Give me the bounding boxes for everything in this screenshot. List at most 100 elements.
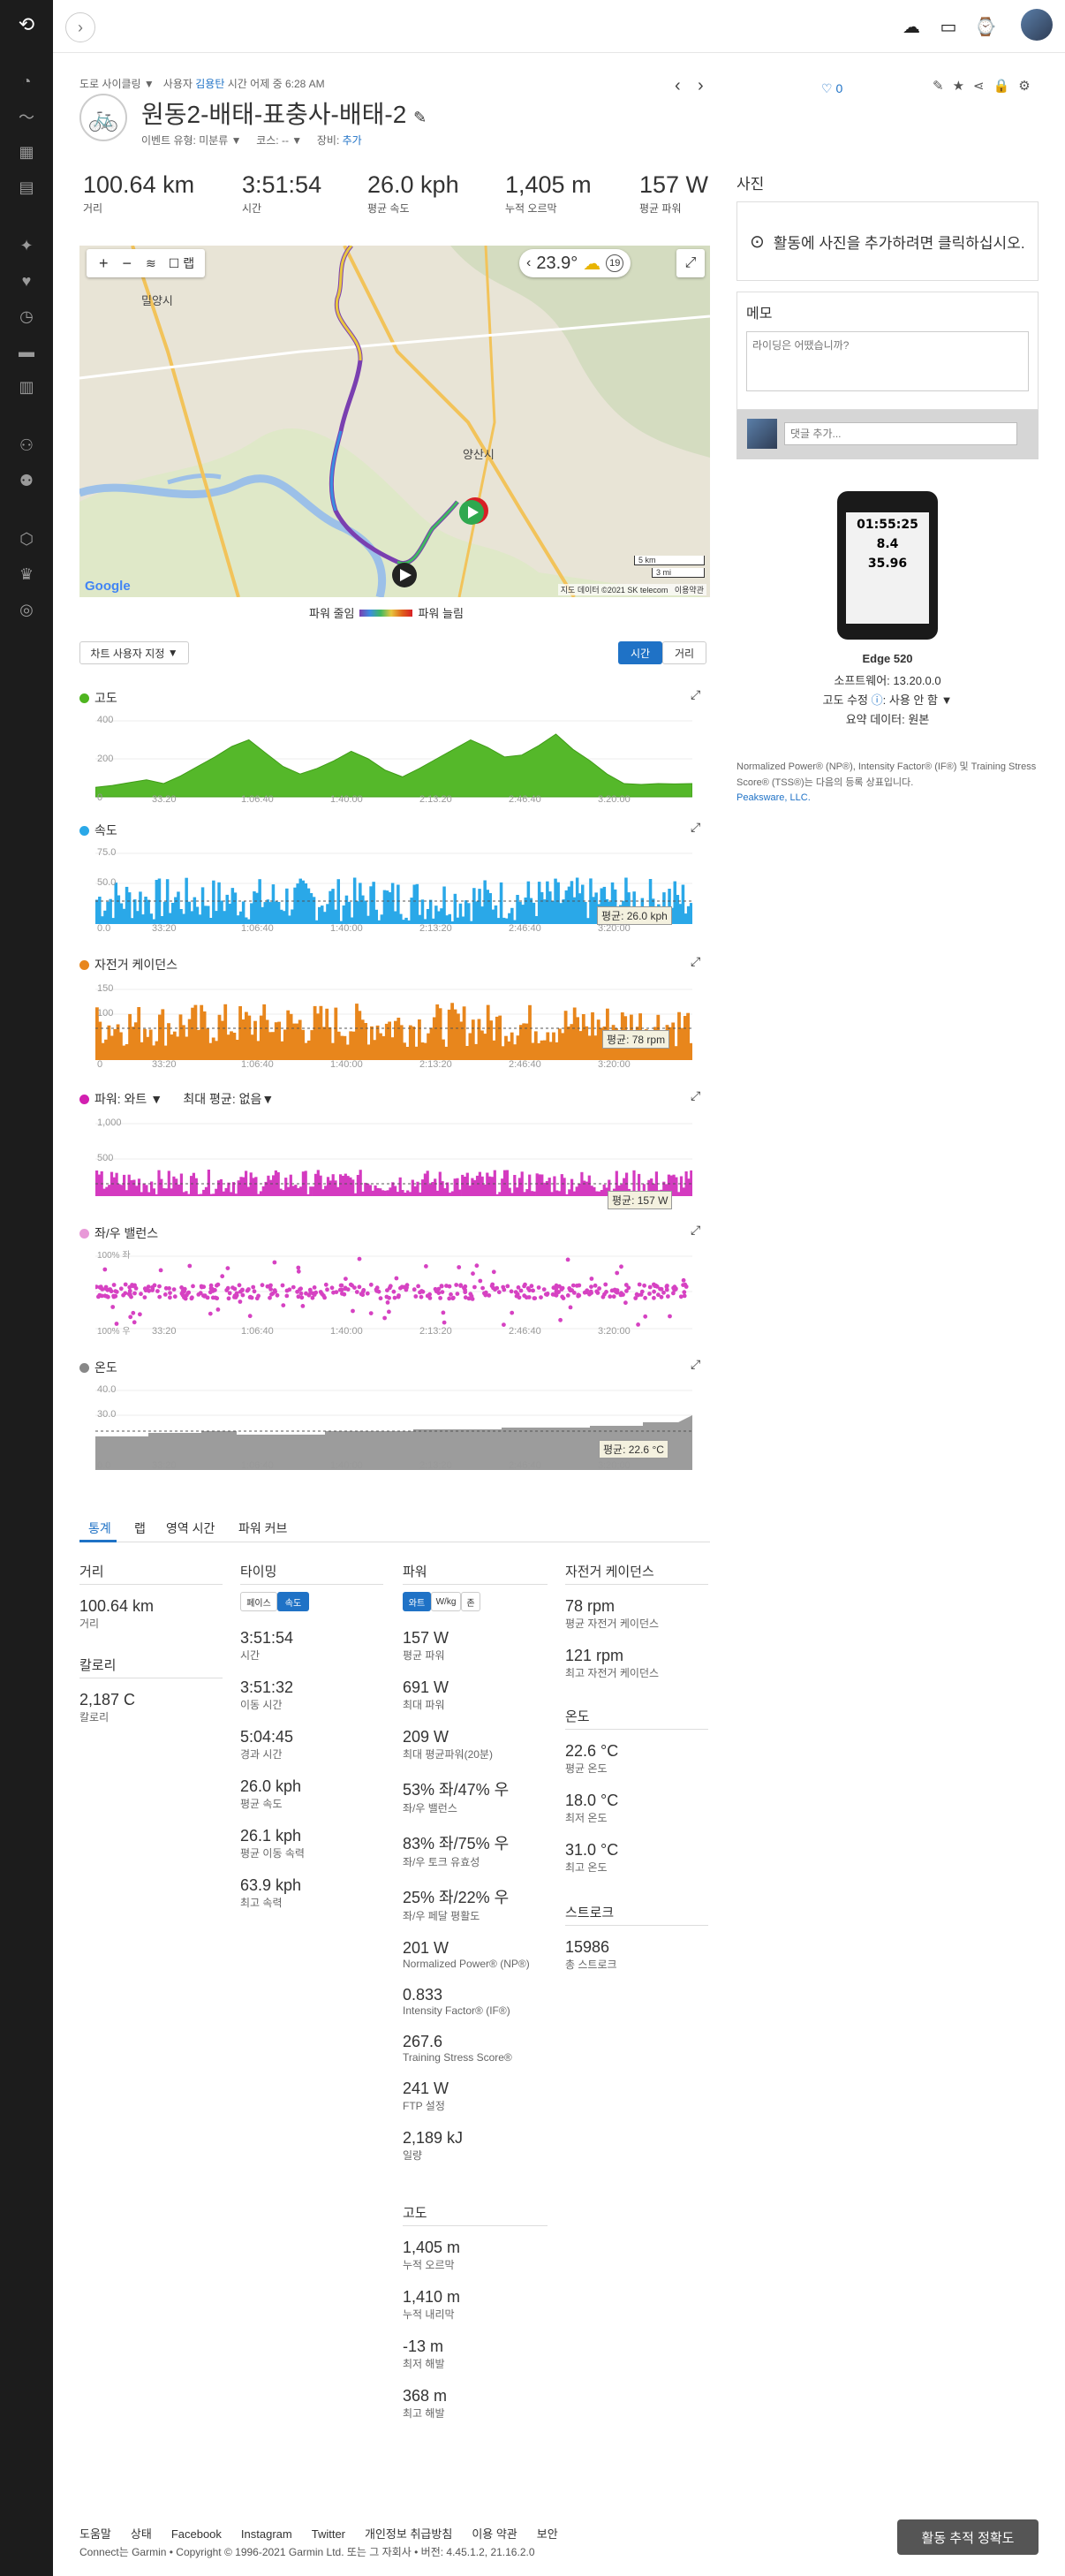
chart-bar — [581, 1014, 585, 1060]
chart-point — [392, 1295, 397, 1300]
footer-link-privacy[interactable]: 개인정보 취급방침 — [365, 2527, 452, 2541]
bar-chart-icon[interactable]: ▥ — [16, 376, 37, 398]
footer-link-status[interactable]: 상태 — [131, 2527, 152, 2541]
course-dropdown[interactable]: 코스: -- — [256, 134, 289, 147]
footer-link-terms[interactable]: 이용 약관 — [472, 2527, 517, 2541]
footer-link-security[interactable]: 보안 — [537, 2527, 558, 2541]
chart-bar — [356, 1175, 359, 1196]
next-activity-arrow-icon[interactable]: › — [698, 76, 704, 96]
memo-textarea[interactable] — [746, 331, 1029, 391]
expand-chart-icon[interactable]: ⤢ — [691, 820, 700, 835]
health-heart-icon[interactable]: ♥ — [16, 270, 37, 292]
edit-pencil-icon[interactable]: ✎ — [413, 109, 427, 126]
distance-axis-toggle[interactable]: 거리 — [662, 641, 706, 664]
groups-icon[interactable]: ⚉ — [16, 470, 37, 491]
edit-icon[interactable]: ✎ — [933, 79, 953, 94]
reports-icon[interactable]: ▤ — [16, 177, 37, 198]
chart-bar — [572, 1191, 576, 1196]
add-photo-box[interactable]: ⊙ 활동에 사진을 추가하려면 클릭하십시오. — [736, 201, 1039, 281]
speed-toggle[interactable]: 속도 — [277, 1592, 309, 1611]
comment-input[interactable] — [784, 422, 1017, 445]
stat-value: 121 rpm — [565, 1647, 624, 1664]
trophy-icon[interactable]: ♛ — [16, 564, 37, 585]
garmin-connect-logo-icon[interactable]: ⟲ — [16, 13, 37, 35]
prev-activity-arrow-icon[interactable]: ‹ — [675, 76, 681, 96]
activity-title[interactable]: 원동2-배태-표충사-배태-2 ✎ — [141, 95, 427, 131]
activity-accuracy-feedback-button[interactable]: 활동 추적 정확도 — [897, 2519, 1039, 2555]
peaksware-link[interactable]: Peaksware, LLC. — [736, 792, 811, 803]
zoom-in-button[interactable]: + — [92, 254, 116, 273]
zoom-out-button[interactable]: − — [116, 254, 140, 273]
dashboard-icon[interactable]: ◔ — [16, 71, 37, 92]
zone-toggle[interactable]: 존 — [461, 1592, 480, 1611]
cadence-chart[interactable]: 150 100 0 33:20 1:06:40 1:40:00 2:13:20 2:46… — [95, 981, 692, 1069]
user-avatar[interactable] — [1021, 9, 1053, 41]
expand-chart-icon[interactable]: ⤢ — [691, 1223, 700, 1238]
chart-point — [621, 1292, 625, 1297]
tab-stats[interactable]: 통계 — [88, 1519, 111, 1537]
target-icon[interactable]: ◎ — [16, 599, 37, 620]
star-icon[interactable]: ★ — [953, 79, 973, 94]
chart-point — [185, 1292, 189, 1298]
activities-icon[interactable]: 〜 — [16, 106, 37, 127]
chart-bar — [578, 893, 582, 924]
map-terms-link[interactable]: 이용약관 — [675, 586, 704, 595]
share-icon[interactable]: ⋖ — [973, 79, 993, 94]
fullscreen-icon[interactable]: ⤢ — [676, 249, 705, 277]
lap-checkbox[interactable]: ☐ 랩 — [163, 254, 200, 272]
chart-bar — [282, 1190, 285, 1196]
event-type-dropdown[interactable]: 이벤트 유형: 미분류 — [141, 134, 228, 147]
upload-cloud-icon[interactable]: ☁ — [899, 14, 924, 39]
pace-toggle[interactable]: 페이스 — [240, 1592, 277, 1611]
tab-power-curve[interactable]: 파워 커브 — [238, 1519, 287, 1537]
lock-icon[interactable]: 🔒 — [993, 79, 1019, 94]
like-button[interactable]: ♡ 0 — [821, 81, 842, 96]
help-icon[interactable]: ⓘ — [872, 693, 883, 707]
expand-chart-icon[interactable]: ⤢ — [691, 1357, 700, 1372]
training-icon[interactable]: ✦ — [16, 235, 37, 256]
tab-time-in-zones[interactable]: 영역 시간 — [166, 1519, 215, 1537]
power-chart[interactable]: 1,000 500 — [95, 1115, 692, 1203]
footer-link-help[interactable]: 도움말 — [79, 2527, 111, 2541]
route-map[interactable]: + − ≋ ☐ 랩 ‹ 23.9° ☁ 19 ⤢ 밀양시 양산시 Google … — [79, 246, 710, 597]
expand-chart-icon[interactable]: ⤢ — [691, 1088, 700, 1103]
chevron-left-icon[interactable]: ‹ — [526, 255, 531, 271]
calendar-icon[interactable]: ▦ — [16, 141, 37, 163]
layers-icon[interactable]: ≋ — [139, 256, 163, 271]
time-axis-toggle[interactable]: 시간 — [618, 641, 662, 664]
chart-point — [338, 1283, 344, 1288]
expand-sidebar-button[interactable]: › — [65, 12, 95, 42]
expand-chart-icon[interactable]: ⤢ — [691, 687, 700, 702]
watch-device-icon[interactable]: ⌚ — [973, 14, 998, 39]
chart-bar — [521, 905, 525, 924]
stopwatch-icon[interactable]: ◷ — [16, 306, 37, 327]
settings-gear-icon[interactable]: ⚙ — [1018, 79, 1039, 94]
activity-type-label[interactable]: 도로 사이클링 — [79, 78, 141, 90]
watts-toggle[interactable]: 와트 — [403, 1592, 431, 1611]
footer-link-instagram[interactable]: Instagram — [241, 2527, 292, 2541]
chart-bar — [540, 1040, 544, 1060]
chart-bar — [209, 1193, 213, 1196]
chevron-down-icon[interactable]: ▼ — [941, 693, 953, 707]
chart-point — [132, 1320, 137, 1325]
power-max-average-dropdown[interactable]: 최대 평균: 없음 — [183, 1092, 261, 1106]
user-name-link[interactable]: 김용탄 — [195, 78, 224, 90]
shoe-icon[interactable]: ▬ — [16, 341, 37, 362]
gear-add-link[interactable]: 추가 — [343, 134, 362, 147]
footer-link-twitter[interactable]: Twitter — [312, 2527, 345, 2541]
weather-widget[interactable]: ‹ 23.9° ☁ 19 — [519, 249, 631, 277]
inbox-icon[interactable]: ▭ — [936, 14, 961, 39]
footer-link-facebook[interactable]: Facebook — [171, 2527, 222, 2541]
badges-icon[interactable]: ⬡ — [16, 528, 37, 549]
tab-laps[interactable]: 랩 — [134, 1519, 146, 1537]
customize-charts-dropdown[interactable]: 차트 사용자 지정 ▼ — [79, 641, 189, 664]
footer-copyright: Connect는 Garmin • Copyright © 1996-2021 … — [79, 2546, 535, 2558]
expand-chart-icon[interactable]: ⤢ — [691, 954, 700, 969]
connections-icon[interactable]: ⚇ — [16, 435, 37, 456]
elevation-chart[interactable]: 400 200 0 33:20 1:06:40 1:40:00 2:13:20 2:46… — [95, 708, 692, 804]
balance-chart[interactable]: 100% 좌 100% 우 33:20 1:06:40 1:40:00 2:13:20… — [95, 1247, 692, 1336]
chart-bar — [480, 1030, 484, 1060]
power-chart-title[interactable]: 파워: 와트 ▼ 최대 평균: 없음▼ — [79, 1090, 274, 1108]
chart-bar — [532, 1191, 536, 1196]
wkg-toggle[interactable]: W/kg — [431, 1592, 461, 1611]
